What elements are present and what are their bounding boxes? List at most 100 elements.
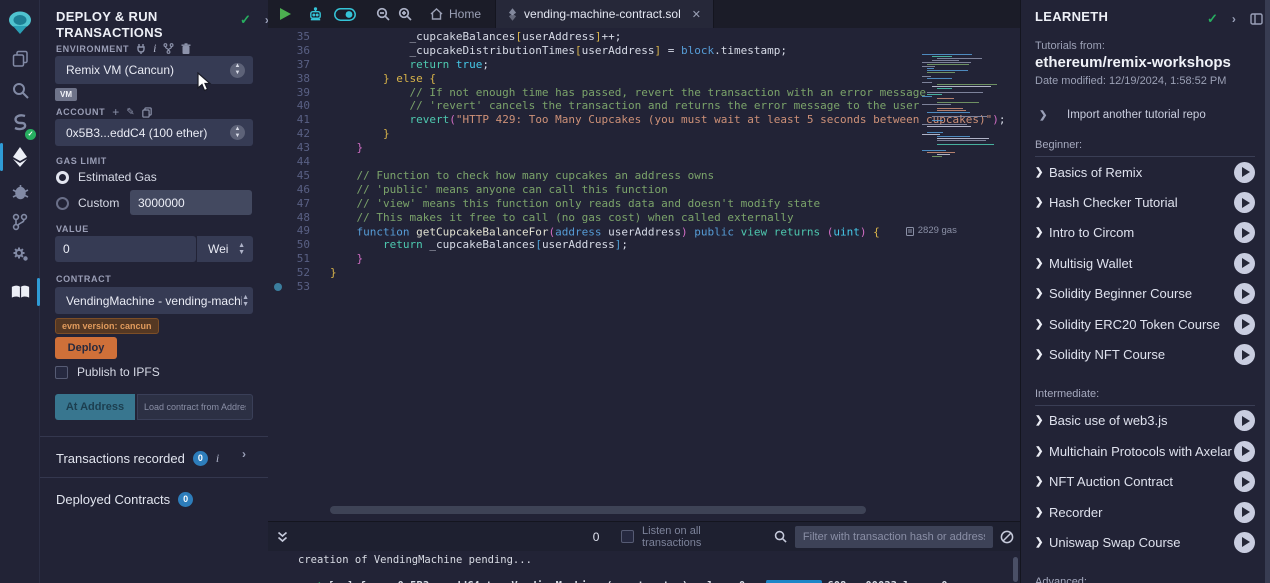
play-tutorial-button[interactable] xyxy=(1234,410,1255,431)
line-number[interactable]: 48 xyxy=(268,211,310,225)
learneth-scrollbar[interactable] xyxy=(1265,0,1270,583)
tutorial-row[interactable]: ❯Solidity NFT Course xyxy=(1035,339,1255,369)
code-line-45[interactable]: 45// Function to check how many cupcakes… xyxy=(268,169,1020,183)
tutorial-row[interactable]: ❯NFT Auction Contract xyxy=(1035,467,1255,497)
transactions-expand-icon[interactable]: › xyxy=(242,447,246,461)
play-tutorial-button[interactable] xyxy=(1234,162,1255,183)
line-number[interactable]: 43 xyxy=(268,141,310,155)
line-number[interactable]: 37 xyxy=(268,58,310,72)
tutorial-row[interactable]: ❯Hash Checker Tutorial xyxy=(1035,187,1255,217)
estimated-gas-radio[interactable] xyxy=(56,171,69,184)
close-tab-icon[interactable]: ✕ xyxy=(692,8,701,21)
code-line-51[interactable]: 51} xyxy=(268,252,1020,266)
play-tutorial-button[interactable] xyxy=(1234,441,1255,462)
search-icon[interactable] xyxy=(0,74,40,106)
tutorial-row[interactable]: ❯Uniswap Swap Course xyxy=(1035,527,1255,557)
code-line-39[interactable]: 39// If not enough time has passed, reve… xyxy=(268,86,1020,100)
line-number[interactable]: 38 xyxy=(268,72,310,86)
code-line-42[interactable]: 42} xyxy=(268,127,1020,141)
value-input[interactable] xyxy=(55,236,196,262)
code-line-36[interactable]: 36_cupcakeDistributionTimes[userAddress]… xyxy=(268,44,1020,58)
code-line-49[interactable]: 49function getCupcakeBalanceFor(address … xyxy=(268,224,1020,238)
play-tutorial-button[interactable] xyxy=(1234,344,1255,365)
line-number[interactable]: 41 xyxy=(268,113,310,127)
line-number[interactable]: 49 xyxy=(268,224,310,238)
delete-state-icon[interactable] xyxy=(181,43,191,54)
import-tutorial-toggle[interactable]: ❯ Import another tutorial repo xyxy=(1039,109,1255,121)
editor-minimap[interactable] xyxy=(920,52,1012,162)
value-unit-select[interactable]: Wei ▲▼ xyxy=(197,236,253,262)
learneth-expand-icon[interactable]: › xyxy=(1232,12,1236,26)
settings-icon[interactable] xyxy=(0,238,40,270)
solidity-compiler-icon[interactable]: ✓ xyxy=(0,106,40,138)
edit-account-icon[interactable]: ✎ xyxy=(126,107,134,118)
deploy-run-icon[interactable] xyxy=(0,141,40,173)
publish-to-ipfs-option[interactable]: Publish to IPFS xyxy=(55,365,160,379)
line-number[interactable]: 50 xyxy=(268,238,310,252)
code-line-43[interactable]: 43} xyxy=(268,141,1020,155)
learneth-pin-icon[interactable] xyxy=(1250,13,1263,25)
tutorial-row[interactable]: ❯Multichain Protocols with Axelar xyxy=(1035,436,1255,466)
terminal-clipped-transaction-row[interactable]: ✓ [vm] from: 0x5B3...eddC4 to: VendingMa… xyxy=(314,578,1014,583)
code-line-53[interactable]: 53 xyxy=(268,280,1020,294)
terminal-filter-input[interactable] xyxy=(795,526,993,548)
line-number[interactable]: 45 xyxy=(268,169,310,183)
play-tutorial-button[interactable] xyxy=(1234,283,1255,304)
tutorial-row[interactable]: ❯Basics of Remix xyxy=(1035,157,1255,187)
custom-gas-option[interactable]: Custom xyxy=(56,196,119,210)
line-number[interactable]: 51 xyxy=(268,252,310,266)
code-line-41[interactable]: 41revert("HTTP 429: Too Many Cupcakes (y… xyxy=(268,113,1020,127)
transactions-recorded-row[interactable]: Transactions recorded 0 i xyxy=(56,444,219,472)
line-number[interactable]: 39 xyxy=(268,86,310,100)
custom-gas-radio[interactable] xyxy=(56,197,69,210)
play-tutorial-button[interactable] xyxy=(1234,502,1255,523)
line-number[interactable]: 44 xyxy=(268,155,310,169)
file-explorer-icon[interactable] xyxy=(0,42,40,74)
code-line-48[interactable]: 48// This makes it free to call (no gas … xyxy=(268,211,1020,225)
line-number[interactable]: 46 xyxy=(268,183,310,197)
tutorial-row[interactable]: ❯Solidity ERC20 Token Course xyxy=(1035,309,1255,339)
tutorial-row[interactable]: ❯Basic use of web3.js xyxy=(1035,406,1255,436)
code-line-52[interactable]: 52} xyxy=(268,266,1020,280)
tutorial-row[interactable]: ❯Multisig Wallet xyxy=(1035,248,1255,278)
listen-all-checkbox[interactable] xyxy=(621,530,634,543)
account-select[interactable]: 0x5B3...eddC4 (100 ether) ▲▼ xyxy=(55,119,253,146)
code-line-37[interactable]: 37return true; xyxy=(268,58,1020,72)
plug-icon[interactable] xyxy=(136,43,146,54)
clear-console-icon[interactable] xyxy=(993,523,1020,551)
code-line-46[interactable]: 46// 'public' means anyone can call this… xyxy=(268,183,1020,197)
run-script-icon[interactable] xyxy=(268,0,302,28)
zoom-out-icon[interactable] xyxy=(372,0,394,28)
code-line-50[interactable]: 50return _cupcakeBalances[userAddress]; xyxy=(268,238,1020,252)
play-tutorial-button[interactable] xyxy=(1234,471,1255,492)
code-line-47[interactable]: 47// 'view' means this function only rea… xyxy=(268,197,1020,211)
code-editor[interactable]: 35_cupcakeBalances[userAddress]++;36_cup… xyxy=(268,28,1020,506)
git-icon[interactable] xyxy=(0,206,40,238)
ai-assistant-icon[interactable] xyxy=(302,0,328,28)
custom-gas-input[interactable] xyxy=(130,190,252,215)
line-number[interactable]: 52 xyxy=(268,266,310,280)
at-address-input[interactable] xyxy=(137,394,253,420)
code-line-44[interactable]: 44 xyxy=(268,155,1020,169)
play-tutorial-button[interactable] xyxy=(1234,192,1255,213)
terminal-collapse-icon[interactable] xyxy=(268,523,297,551)
fork-state-icon[interactable] xyxy=(163,43,174,54)
copy-account-icon[interactable] xyxy=(142,107,152,118)
add-account-icon[interactable]: + xyxy=(112,105,119,119)
tutorial-row[interactable]: ❯Recorder xyxy=(1035,497,1255,527)
code-line-35[interactable]: 35_cupcakeBalances[userAddress]++; xyxy=(268,30,1020,44)
line-number[interactable]: 40 xyxy=(268,99,310,113)
terminal-search-icon[interactable] xyxy=(766,523,795,551)
line-number[interactable]: 35 xyxy=(268,30,310,44)
tab-home[interactable]: Home xyxy=(416,0,495,28)
terminal-output[interactable]: creation of VendingMachine pending... ✓ … xyxy=(268,551,1020,583)
publish-ipfs-checkbox[interactable] xyxy=(55,366,68,379)
environment-info-icon[interactable]: i xyxy=(153,41,156,56)
tutorial-row[interactable]: ❯Intro to Circom xyxy=(1035,218,1255,248)
breakpoint-dot[interactable] xyxy=(274,283,282,291)
terminal-scrollbar[interactable] xyxy=(1013,557,1018,582)
learneth-icon[interactable] xyxy=(0,276,40,308)
line-number[interactable]: 47 xyxy=(268,197,310,211)
line-number[interactable]: 42 xyxy=(268,127,310,141)
play-tutorial-button[interactable] xyxy=(1234,253,1255,274)
